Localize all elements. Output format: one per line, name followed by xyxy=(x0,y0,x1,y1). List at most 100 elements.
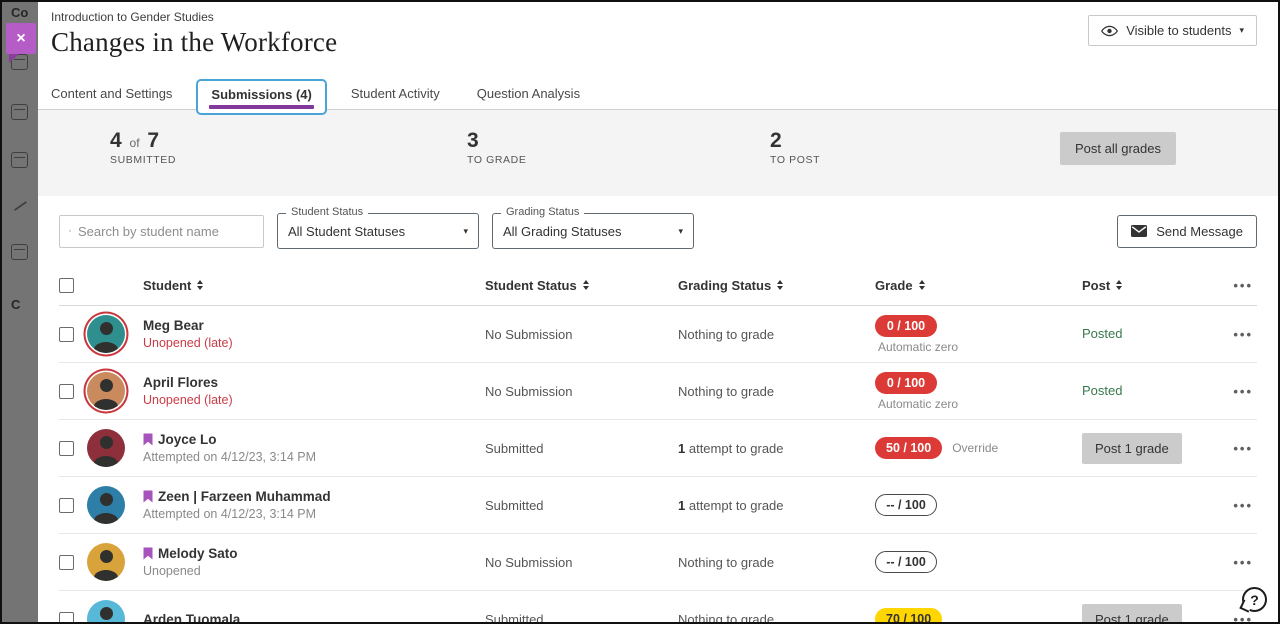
grade-pill[interactable]: 0 / 100 xyxy=(875,372,937,394)
table-row: Melody Sato Unopened No Submission Nothi… xyxy=(59,534,1257,591)
student-subtitle: Attempted on 4/12/23, 3:14 PM xyxy=(143,450,485,464)
eye-icon xyxy=(1101,25,1118,37)
filter-bar: Student Status All Student Statuses ▾ Gr… xyxy=(38,196,1278,265)
sidebar-partial-text: C xyxy=(11,297,20,312)
grading-status: Nothing to grade xyxy=(678,555,875,570)
grade-pill[interactable]: 0 / 100 xyxy=(875,315,937,337)
student-subtitle: Unopened xyxy=(143,564,485,578)
grade-note: Automatic zero xyxy=(878,340,958,354)
column-header-student-status[interactable]: Student Status xyxy=(485,278,678,293)
grading-status-select-value: All Grading Statuses xyxy=(503,224,622,239)
row-checkbox[interactable] xyxy=(59,327,74,342)
post-grade-button[interactable]: Post 1 grade xyxy=(1082,604,1182,624)
avatar xyxy=(87,429,125,467)
stat-to-grade: 3 TO GRADE xyxy=(467,129,526,166)
row-overflow-menu[interactable]: ••• xyxy=(1233,441,1257,456)
visibility-dropdown[interactable]: Visible to students ▾ xyxy=(1088,15,1257,46)
send-message-label: Send Message xyxy=(1156,224,1243,239)
submitted-total: 7 xyxy=(147,129,159,152)
student-status: No Submission xyxy=(485,327,678,342)
student-name: Meg Bear xyxy=(143,318,204,333)
student-status-select-value: All Student Statuses xyxy=(288,224,405,239)
student-subtitle: Attempted on 4/12/23, 3:14 PM xyxy=(143,507,485,521)
row-overflow-menu[interactable]: ••• xyxy=(1233,555,1257,570)
row-overflow-menu[interactable]: ••• xyxy=(1233,327,1257,342)
column-header-student[interactable]: Student xyxy=(133,278,485,293)
grading-status-select[interactable]: Grading Status All Grading Statuses ▾ xyxy=(492,213,694,249)
row-checkbox[interactable] xyxy=(59,612,74,624)
student-status-select-label: Student Status xyxy=(286,206,368,218)
row-checkbox[interactable] xyxy=(59,498,74,513)
grade-pill[interactable]: 50 / 100 xyxy=(875,437,942,459)
tab-question-analysis[interactable]: Question Analysis xyxy=(477,86,580,101)
row-overflow-menu[interactable]: ••• xyxy=(1233,612,1257,624)
calculator-icon[interactable] xyxy=(11,104,28,120)
chevron-down-icon: ▾ xyxy=(678,226,683,237)
table-row: Zeen | Farzeen Muhammad Attempted on 4/1… xyxy=(59,477,1257,534)
student-name: Melody Sato xyxy=(158,546,238,561)
app-window: Co C × Introduction to Gender Studies Ch… xyxy=(0,0,1280,624)
grade-cell: -- / 100 xyxy=(875,551,1082,573)
row-overflow-menu[interactable]: ••• xyxy=(1233,384,1257,399)
row-overflow-menu[interactable]: ••• xyxy=(1233,498,1257,513)
close-panel-button[interactable]: × xyxy=(6,23,36,54)
envelope-icon xyxy=(1131,225,1147,237)
posted-status: Posted xyxy=(1082,326,1122,341)
help-icon[interactable]: ? xyxy=(1242,587,1267,612)
student-status-select[interactable]: Student Status All Student Statuses ▾ xyxy=(277,213,479,249)
sort-icon xyxy=(1116,280,1122,290)
grade-pill[interactable]: 70 / 100 xyxy=(875,608,942,624)
table-row: Arden Tuomala Submitted Nothing to grade… xyxy=(59,591,1257,624)
search-box[interactable] xyxy=(59,215,264,248)
pencil-icon[interactable] xyxy=(11,199,28,215)
row-checkbox[interactable] xyxy=(59,555,74,570)
grading-status-select-label: Grading Status xyxy=(501,206,584,218)
tab-student-activity[interactable]: Student Activity xyxy=(351,86,440,101)
tab-content-and-settings[interactable]: Content and Settings xyxy=(51,86,172,101)
posted-status: Posted xyxy=(1082,383,1122,398)
grade-cell: 70 / 100 xyxy=(875,608,1082,624)
post-grade-button[interactable]: Post 1 grade xyxy=(1082,433,1182,464)
chevron-down-icon: ▾ xyxy=(1239,25,1244,36)
student-name-cell: Arden Tuomala xyxy=(133,612,485,624)
grade-note: Automatic zero xyxy=(878,397,958,411)
column-header-grading-status[interactable]: Grading Status xyxy=(678,278,875,293)
stat-submitted: 4 of 7 SUBMITTED xyxy=(110,129,176,166)
avatar xyxy=(87,486,125,524)
table-row: Meg Bear Unopened (late) No Submission N… xyxy=(59,306,1257,363)
table-overflow-menu[interactable]: ••• xyxy=(1233,278,1257,293)
row-checkbox[interactable] xyxy=(59,441,74,456)
avatar xyxy=(87,600,125,624)
student-name: Zeen | Farzeen Muhammad xyxy=(158,489,331,504)
chevron-down-icon: ▾ xyxy=(463,226,468,237)
post-cell: Posted xyxy=(1082,382,1233,400)
student-subtitle: Unopened (late) xyxy=(143,393,485,407)
student-status: Submitted xyxy=(485,612,678,624)
grading-status: 1 attempt to grade xyxy=(678,441,875,456)
send-message-button[interactable]: Send Message xyxy=(1117,215,1257,248)
gradebook-icon[interactable] xyxy=(11,152,28,168)
grade-pill[interactable]: -- / 100 xyxy=(875,494,937,516)
grade-cell: 0 / 100 Automatic zero xyxy=(875,364,1082,419)
book-icon[interactable] xyxy=(11,244,28,260)
visibility-label: Visible to students xyxy=(1126,23,1231,38)
sort-icon xyxy=(919,280,925,290)
grade-pill[interactable]: -- / 100 xyxy=(875,551,937,573)
submissions-table: Student Student Status Grading Status Gr… xyxy=(59,265,1257,624)
sort-icon xyxy=(197,280,203,290)
student-name-cell: Joyce Lo Attempted on 4/12/23, 3:14 PM xyxy=(133,432,485,464)
grading-status: 1 attempt to grade xyxy=(678,498,875,513)
select-all-checkbox[interactable] xyxy=(59,278,74,293)
search-input[interactable] xyxy=(78,224,254,239)
student-name: Arden Tuomala xyxy=(143,612,240,624)
student-name-cell: Melody Sato Unopened xyxy=(133,546,485,578)
row-checkbox[interactable] xyxy=(59,384,74,399)
panel-header: Introduction to Gender Studies Changes i… xyxy=(38,2,1278,77)
tab-submissions[interactable]: Submissions (4) xyxy=(196,79,326,115)
override-label: Override xyxy=(952,441,998,455)
table-header-row: Student Student Status Grading Status Gr… xyxy=(59,265,1257,306)
column-header-post[interactable]: Post xyxy=(1082,278,1233,293)
column-header-grade[interactable]: Grade xyxy=(875,278,1082,293)
post-all-grades-button[interactable]: Post all grades xyxy=(1060,132,1176,165)
close-button-fold xyxy=(9,54,19,63)
